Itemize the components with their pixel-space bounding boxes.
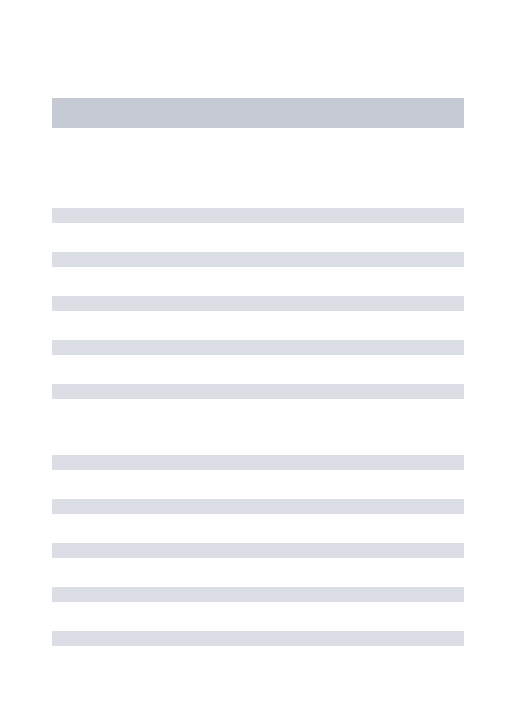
skeleton-line (52, 252, 464, 267)
skeleton-line (52, 455, 464, 470)
skeleton-line (52, 543, 464, 558)
skeleton-line (52, 384, 464, 399)
skeleton-page (0, 0, 516, 646)
skeleton-title-bar (52, 98, 464, 128)
skeleton-line (52, 340, 464, 355)
skeleton-line (52, 499, 464, 514)
skeleton-line (52, 296, 464, 311)
skeleton-paragraph-block (52, 208, 464, 399)
skeleton-line (52, 631, 464, 646)
skeleton-line (52, 587, 464, 602)
skeleton-line (52, 208, 464, 223)
skeleton-paragraph-block (52, 455, 464, 646)
